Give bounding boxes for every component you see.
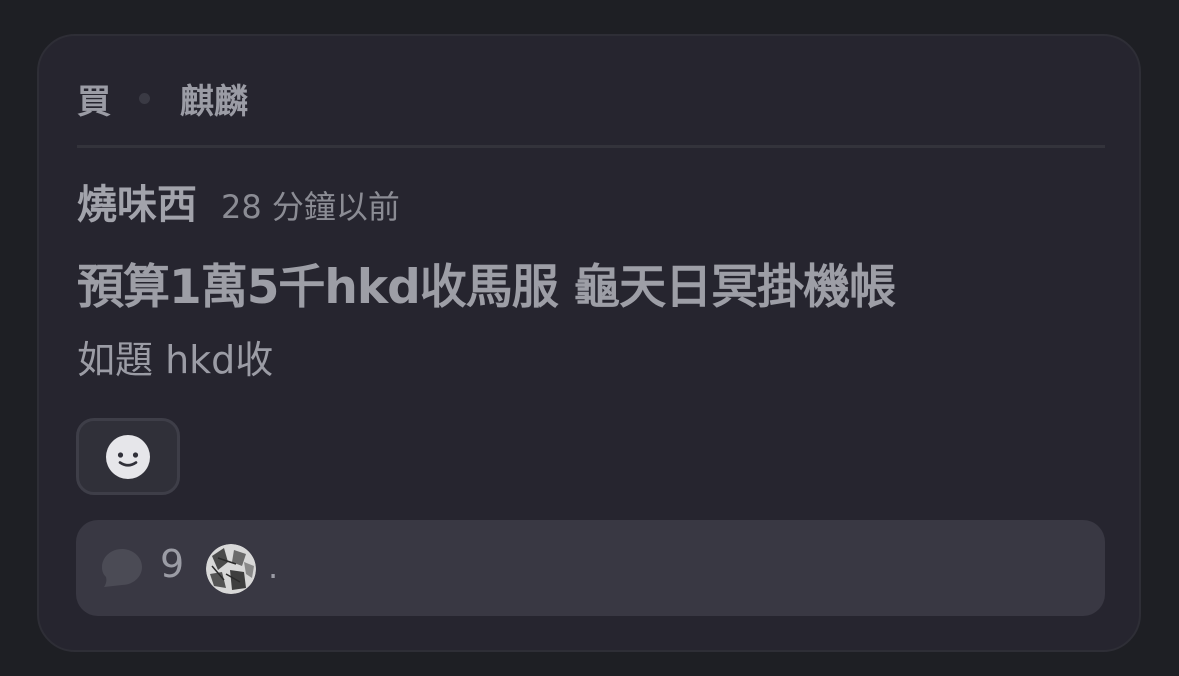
add-reaction-button[interactable] xyxy=(76,418,180,495)
tag-buy[interactable]: 買 xyxy=(77,74,111,123)
post-card[interactable]: 買 麒麟 燒味西 28 分鐘以前 預算1萬5千hkd收馬服 龜天日冥掛機帳 如題… xyxy=(37,34,1141,652)
divider xyxy=(77,145,1105,148)
post-timestamp: 28 分鐘以前 xyxy=(221,188,400,226)
author-name[interactable]: 燒味西 xyxy=(77,172,197,230)
user-avatar[interactable] xyxy=(206,544,256,594)
post-title[interactable]: 預算1萬5千hkd收馬服 龜天日冥掛機帳 xyxy=(77,248,896,317)
post-footer[interactable]: 9 . xyxy=(76,520,1105,616)
smiley-icon xyxy=(106,434,150,479)
post-meta: 燒味西 28 分鐘以前 xyxy=(77,172,400,228)
post-body: 如題 hkd收 xyxy=(77,338,274,382)
comment-count: 9 xyxy=(160,542,185,586)
tag-server[interactable]: 麒麟 xyxy=(180,74,248,123)
tag-list: 買 麒麟 xyxy=(77,74,248,123)
more-indicator: . xyxy=(268,548,279,586)
tag-separator-dot xyxy=(139,92,150,104)
comment-bubble-icon xyxy=(102,549,142,587)
